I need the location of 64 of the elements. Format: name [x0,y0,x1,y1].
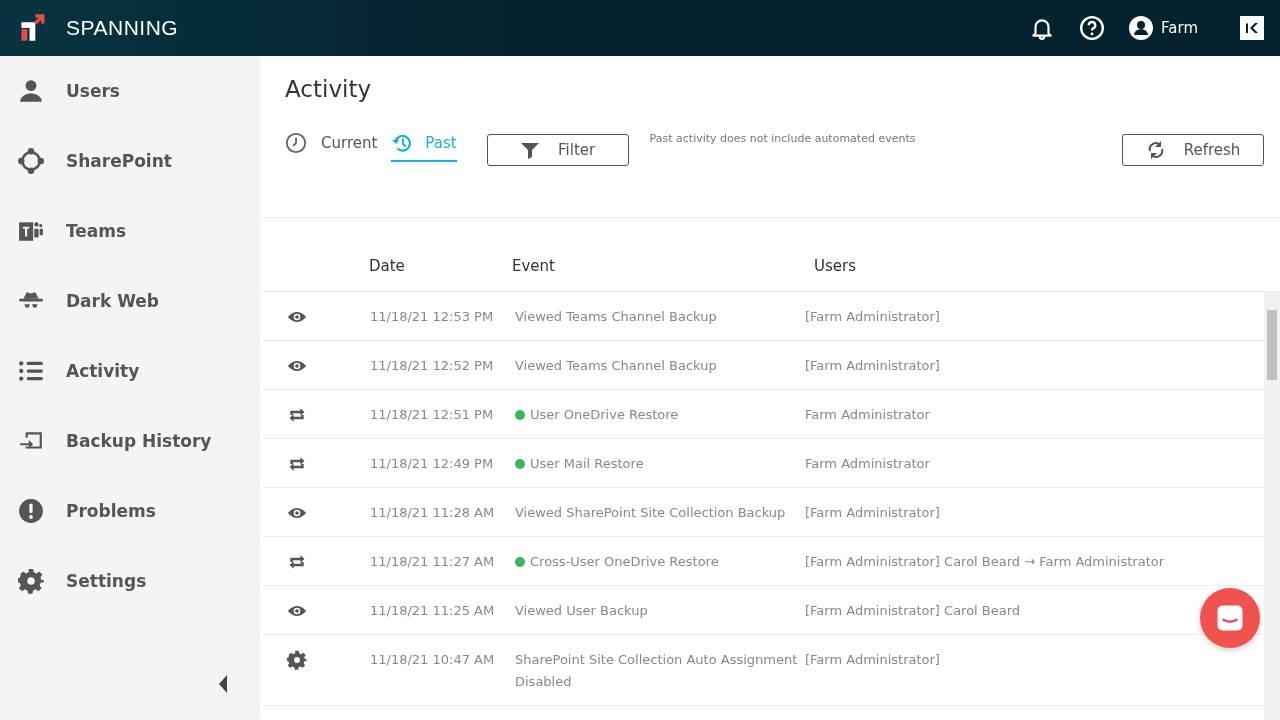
users-cell-text: Farm Administrator [805,406,930,424]
nav-item[interactable]: Teams [0,196,260,266]
list-icon [18,358,44,384]
date-cell-text: 11/18/21 10:47 AM [370,651,496,669]
avatar-icon [1129,16,1154,40]
app-icon[interactable] [1240,16,1264,40]
chat-icon [1215,603,1245,633]
gear-icon [287,650,307,670]
event-cell-text: Viewed SharePoint Site Collection Backup [515,504,786,522]
event-cell-text: Viewed User Backup [515,602,648,620]
event-cell-text: Cross-User OneDrive Restore [530,553,719,571]
clock-icon [285,132,307,154]
scroll-thumb[interactable] [1267,310,1277,380]
repeat-icon [287,454,307,474]
date-cell-text: 11/18/21 11:27 AM [370,553,496,571]
column-header: Event [512,256,556,275]
page-title: Activity [285,76,372,102]
user-menu[interactable]: Farm [1129,16,1216,40]
date-cell-text: 11/18/21 12:51 PM [370,406,495,424]
nav-item[interactable]: Settings [0,546,260,616]
filter-button[interactable]: Filter [486,134,629,166]
tab[interactable]: Current [285,132,378,162]
event-cell-text: User OneDrive Restore [530,406,679,424]
nav-item[interactable]: Activity [0,336,260,406]
help-icon[interactable] [1079,15,1106,41]
event-cell-text: Viewed Teams Channel Backup [515,357,717,375]
users-cell-text: [Farm Administrator] Carol Beard [805,602,1021,620]
scrollbar[interactable] [1264,292,1280,720]
logo-icon [18,13,48,43]
event-cell-text: User Mail Restore [530,455,644,473]
date-cell-text: 11/18/21 11:28 AM [370,504,496,522]
date-cell-text: 11/18/21 12:49 PM [370,455,495,473]
nav-item[interactable]: Problems [0,476,260,546]
date-cell-text: 11/18/21 12:53 PM [370,308,495,326]
user-name: Farm [1161,19,1198,37]
date-cell-text: 11/18/21 12:52 PM [370,357,495,375]
nav-item[interactable]: Dark Web [0,266,260,336]
users-cell-text: Farm Administrator [805,455,930,473]
repeat-icon [287,552,307,572]
users-cell-text: [Farm Administrator] [805,357,940,375]
refresh-button[interactable]: Refresh [1122,134,1264,166]
nav-item[interactable]: Users [0,56,260,126]
event-cell-text: SharePoint Site Collection Auto Assignment Disabled [515,651,799,691]
gear-icon [18,568,44,594]
user-icon [18,78,44,104]
column-header: Date [368,256,406,275]
sharepoint-icon [18,148,44,174]
users-cell-text: [Farm Administrator] [805,504,940,522]
info-text: Past activity does not include automated events [649,132,917,145]
collapse-icon[interactable] [218,674,228,694]
history-icon [391,132,414,154]
repeat-icon [287,405,307,425]
users-cell-text: [Farm Administrator] [805,308,940,326]
column-header: Users [813,256,857,275]
nav-item[interactable]: SharePoint [0,126,260,196]
brand-name: SPANNING [66,16,179,40]
funnel-icon [520,140,541,160]
users-cell-text: [Farm Administrator] Carol Beard → Farm Administrator [805,553,1165,571]
users-cell-text: [Farm Administrator] [805,651,940,669]
chat-button[interactable] [1200,588,1260,648]
nav-item[interactable]: Backup History [0,406,260,476]
event-cell-text: Viewed Teams Channel Backup [515,308,717,326]
alert-icon [18,498,44,524]
date-cell-text: 11/18/21 11:25 AM [370,602,496,620]
